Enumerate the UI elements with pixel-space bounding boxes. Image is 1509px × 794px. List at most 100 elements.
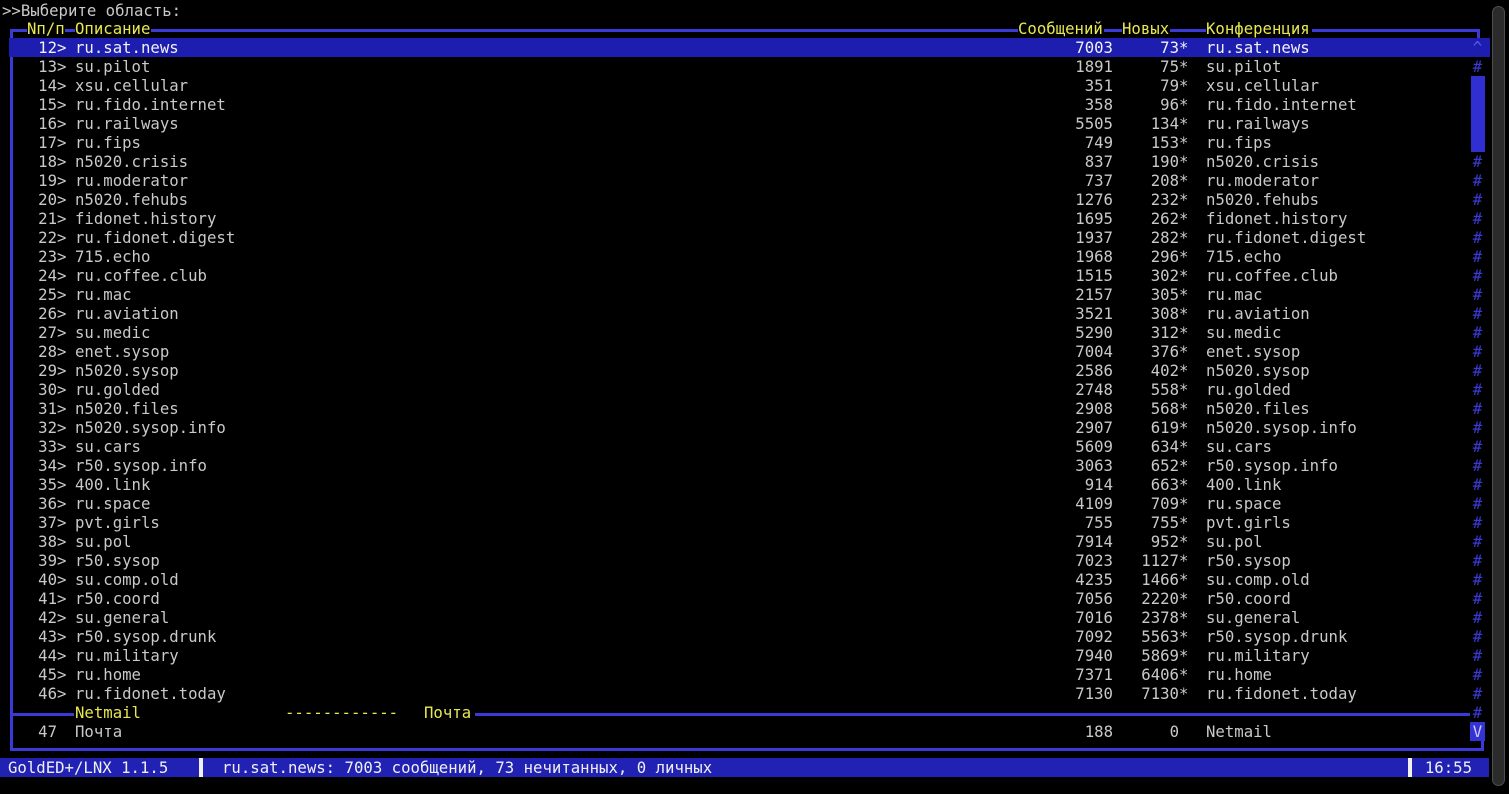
area-number: 39 xyxy=(38,551,57,570)
scrollbar-track-mark[interactable]: # xyxy=(1470,627,1485,646)
scrollbar-track-mark[interactable]: # xyxy=(1470,532,1485,551)
scrollbar-track-mark[interactable]: # xyxy=(1470,494,1485,513)
new-count: 663 xyxy=(1150,475,1179,494)
scrollbar-track-mark[interactable]: # xyxy=(1470,190,1485,209)
area-row[interactable]: 45 > ru.home 7371 6406 * ru.home # xyxy=(0,665,1490,684)
scrollbar-track-mark[interactable]: # xyxy=(1470,323,1485,342)
new-count: 568 xyxy=(1150,399,1179,418)
message-count: 737 xyxy=(1084,171,1113,190)
area-row[interactable]: 24 > ru.coffee.club 1515 302 * ru.coffee… xyxy=(0,266,1490,285)
new-star: * xyxy=(1179,57,1189,76)
area-row[interactable]: 14 > xsu.cellular 351 79 * xsu.cellular xyxy=(0,76,1490,95)
area-row[interactable]: 23 > 715.echo 1968 296 * 715.echo # xyxy=(0,247,1490,266)
area-row[interactable]: 43 > r50.sysop.drunk 7092 5563 * r50.sys… xyxy=(0,627,1490,646)
area-row[interactable]: 36 > ru.space 4109 709 * ru.space # xyxy=(0,494,1490,513)
new-star: * xyxy=(1179,323,1189,342)
area-row[interactable]: 47 Почта 188 0 Netmail V xyxy=(0,722,1490,741)
scrollbar-up-arrow[interactable]: ^ xyxy=(1470,38,1485,57)
area-row[interactable]: 20 > n5020.fehubs 1276 232 * n5020.fehub… xyxy=(0,190,1490,209)
area-description: r50.coord xyxy=(75,589,160,608)
terminal-scrollbar-thumb[interactable] xyxy=(1492,6,1505,786)
area-row[interactable]: 31 > n5020.files 2908 568 * n5020.files … xyxy=(0,399,1490,418)
scrollbar-down-arrow[interactable]: V xyxy=(1470,722,1485,741)
area-row[interactable]: 44 > ru.military 7940 5869 * ru.military… xyxy=(0,646,1490,665)
scrollbar-track-mark[interactable] xyxy=(1470,114,1485,133)
area-row[interactable]: 18 > n5020.crisis 837 190 * n5020.crisis… xyxy=(0,152,1490,171)
area-number-marker xyxy=(57,722,67,741)
area-row[interactable]: 46 > ru.fidonet.today 7130 7130 * ru.fid… xyxy=(0,684,1490,703)
area-row[interactable]: 15 > ru.fido.internet 358 96 * ru.fido.i… xyxy=(0,95,1490,114)
area-number: 35 xyxy=(38,475,57,494)
message-count: 7130 xyxy=(1075,684,1113,703)
scrollbar-track-mark[interactable]: # xyxy=(1470,513,1485,532)
scrollbar-track-mark[interactable]: # xyxy=(1470,456,1485,475)
area-number-marker: > xyxy=(57,133,67,152)
scrollbar-track-mark[interactable]: # xyxy=(1470,703,1485,722)
scrollbar-track-mark[interactable] xyxy=(1470,76,1485,95)
new-count: 634 xyxy=(1150,437,1179,456)
area-row[interactable]: 33 > su.cars 5609 634 * su.cars # xyxy=(0,437,1490,456)
area-row[interactable]: 29 > n5020.sysop 2586 402 * n5020.sysop … xyxy=(0,361,1490,380)
scrollbar-track-mark[interactable]: # xyxy=(1470,285,1485,304)
scrollbar-track-mark[interactable]: # xyxy=(1470,684,1485,703)
area-row[interactable]: 40 > su.comp.old 4235 1466 * su.comp.old… xyxy=(0,570,1490,589)
scrollbar-track-mark[interactable]: # xyxy=(1470,646,1485,665)
area-row[interactable]: 30 > ru.golded 2748 558 * ru.golded # xyxy=(0,380,1490,399)
scrollbar-track-mark[interactable] xyxy=(1470,133,1485,152)
scrollbar-track-mark[interactable]: # xyxy=(1470,209,1485,228)
scrollbar-track-mark[interactable]: # xyxy=(1470,266,1485,285)
area-row[interactable]: 42 > su.general 7016 2378 * su.general # xyxy=(0,608,1490,627)
new-count: 1127 xyxy=(1141,551,1179,570)
scrollbar-track-mark[interactable]: # xyxy=(1470,57,1485,76)
new-star: * xyxy=(1179,456,1189,475)
scrollbar-track-mark[interactable]: # xyxy=(1470,342,1485,361)
scrollbar-track-mark[interactable]: # xyxy=(1470,665,1485,684)
new-star: * xyxy=(1179,532,1189,551)
scrollbar-track-mark[interactable]: # xyxy=(1470,418,1485,437)
new-count: 952 xyxy=(1150,532,1179,551)
area-row[interactable]: 37 > pvt.girls 755 755 * pvt.girls # xyxy=(0,513,1490,532)
scrollbar-track-mark[interactable]: # xyxy=(1470,608,1485,627)
scrollbar-track-mark[interactable]: # xyxy=(1470,361,1485,380)
scrollbar-track-mark[interactable]: # xyxy=(1470,475,1485,494)
area-row[interactable]: 41 > r50.coord 7056 2220 * r50.coord # xyxy=(0,589,1490,608)
message-count: 3063 xyxy=(1075,456,1113,475)
scrollbar-track-mark[interactable]: # xyxy=(1470,551,1485,570)
area-row[interactable]: 25 > ru.mac 2157 305 * ru.mac # xyxy=(0,285,1490,304)
area-row[interactable]: 38 > su.pol 7914 952 * su.pol # xyxy=(0,532,1490,551)
area-row[interactable]: 28 > enet.sysop 7004 376 * enet.sysop # xyxy=(0,342,1490,361)
new-count: 208 xyxy=(1150,171,1179,190)
scrollbar-track-mark[interactable]: # xyxy=(1470,228,1485,247)
scrollbar-track-mark[interactable]: # xyxy=(1470,304,1485,323)
area-row[interactable]: 34 > r50.sysop.info 3063 652 * r50.sysop… xyxy=(0,456,1490,475)
scrollbar-track-mark[interactable]: # xyxy=(1470,247,1485,266)
scrollbar-track-mark[interactable]: # xyxy=(1470,589,1485,608)
area-row[interactable]: 17 > ru.fips 749 153 * ru.fips xyxy=(0,133,1490,152)
area-row[interactable]: 19 > ru.moderator 737 208 * ru.moderator… xyxy=(0,171,1490,190)
scrollbar-track-mark[interactable]: # xyxy=(1470,380,1485,399)
new-star: * xyxy=(1179,304,1189,323)
area-row[interactable]: 12 > ru.sat.news 7003 73 * ru.sat.news ^ xyxy=(0,38,1490,57)
scrollbar-track-mark[interactable]: # xyxy=(1470,570,1485,589)
area-number-marker: > xyxy=(57,57,67,76)
area-row[interactable]: 26 > ru.aviation 3521 308 * ru.aviation … xyxy=(0,304,1490,323)
scrollbar-track-mark[interactable] xyxy=(1470,95,1485,114)
area-row[interactable]: 22 > ru.fidonet.digest 1937 282 * ru.fid… xyxy=(0,228,1490,247)
scrollbar-track-mark[interactable]: # xyxy=(1470,437,1485,456)
area-description: n5020.crisis xyxy=(75,152,189,171)
area-row[interactable]: 13 > su.pilot 1891 75 * su.pilot # xyxy=(0,57,1490,76)
area-description: r50.sysop.info xyxy=(75,456,207,475)
scrollbar-track-mark[interactable]: # xyxy=(1470,152,1485,171)
area-row[interactable]: 21 > fidonet.history 1695 262 * fidonet.… xyxy=(0,209,1490,228)
area-row[interactable]: 39 > r50.sysop 7023 1127 * r50.sysop # xyxy=(0,551,1490,570)
new-count: 619 xyxy=(1150,418,1179,437)
scrollbar-track-mark[interactable]: # xyxy=(1470,399,1485,418)
area-row[interactable]: 16 > ru.railways 5505 134 * ru.railways xyxy=(0,114,1490,133)
area-row[interactable]: 35 > 400.link 914 663 * 400.link # xyxy=(0,475,1490,494)
scrollbar-track-mark[interactable]: # xyxy=(1470,171,1485,190)
area-row[interactable]: 27 > su.medic 5290 312 * su.medic # xyxy=(0,323,1490,342)
new-count: 262 xyxy=(1150,209,1179,228)
area-row[interactable]: 32 > n5020.sysop.info 2907 619 * n5020.s… xyxy=(0,418,1490,437)
area-description: n5020.files xyxy=(75,399,179,418)
new-star: * xyxy=(1179,380,1189,399)
